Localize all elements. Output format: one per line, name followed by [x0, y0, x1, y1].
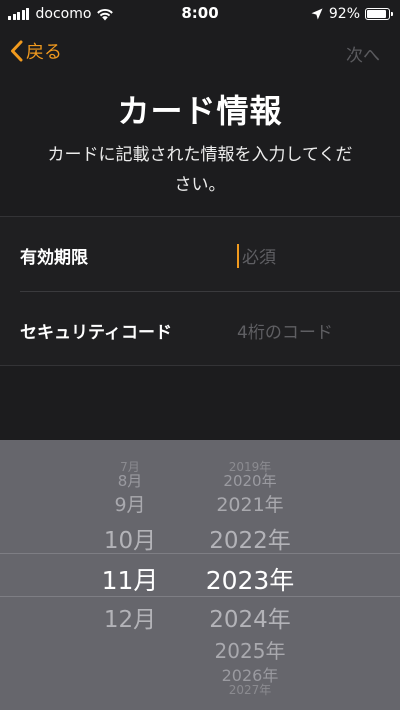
year-option-selected[interactable]: 2023年 [180, 561, 320, 597]
card-form: 有効期限 必須 セキュリティコード 4桁のコード [0, 216, 400, 366]
security-code-placeholder: 4桁のコード [237, 323, 333, 343]
month-option[interactable]: 8月 [80, 470, 180, 491]
chevron-left-icon [11, 40, 23, 62]
expiry-placeholder: 必須 [242, 248, 276, 268]
month-option[interactable]: 9月 [80, 490, 180, 517]
back-button[interactable]: 戻る [10, 38, 62, 64]
month-option[interactable]: 12月 [80, 600, 180, 634]
year-option[interactable]: 2027年 [180, 681, 320, 698]
back-label: 戻る [26, 42, 62, 63]
month-option[interactable]: 10月 [80, 521, 180, 555]
next-button[interactable]: 次へ [346, 41, 380, 66]
status-bar: docomo 8:00 92% [0, 0, 400, 28]
battery-fill [367, 10, 387, 18]
year-option[interactable]: 2025年 [180, 635, 320, 664]
date-picker[interactable]: 7月 8月 9月 10月 11月 12月 2019年 2020年 2021年 2… [0, 440, 400, 710]
page-subtitle: カードに記載された情報を入力してください。 [47, 145, 353, 195]
status-right: 92% [311, 5, 393, 23]
security-code-label: セキュリティコード [20, 323, 172, 343]
month-option-selected[interactable]: 11月 [80, 561, 180, 597]
expiry-label: 有効期限 [20, 248, 88, 268]
page-title: カード情報 [117, 92, 283, 130]
year-option[interactable]: 2022年 [180, 521, 320, 555]
expiry-row[interactable]: 有効期限 必須 [0, 217, 400, 292]
navigation-bar: 戻る 次へ [0, 34, 400, 70]
year-option[interactable]: 2024年 [180, 600, 320, 634]
battery-icon [365, 8, 393, 20]
security-code-input[interactable]: 4桁のコード [237, 318, 333, 343]
security-code-row[interactable]: セキュリティコード 4桁のコード [0, 292, 400, 367]
location-arrow-icon [311, 8, 323, 20]
year-option[interactable]: 2020年 [180, 470, 320, 491]
expiry-input[interactable]: 必須 [237, 243, 276, 268]
battery-percentage: 92% [328, 6, 360, 22]
year-option[interactable]: 2021年 [180, 490, 320, 517]
text-cursor [237, 243, 239, 268]
